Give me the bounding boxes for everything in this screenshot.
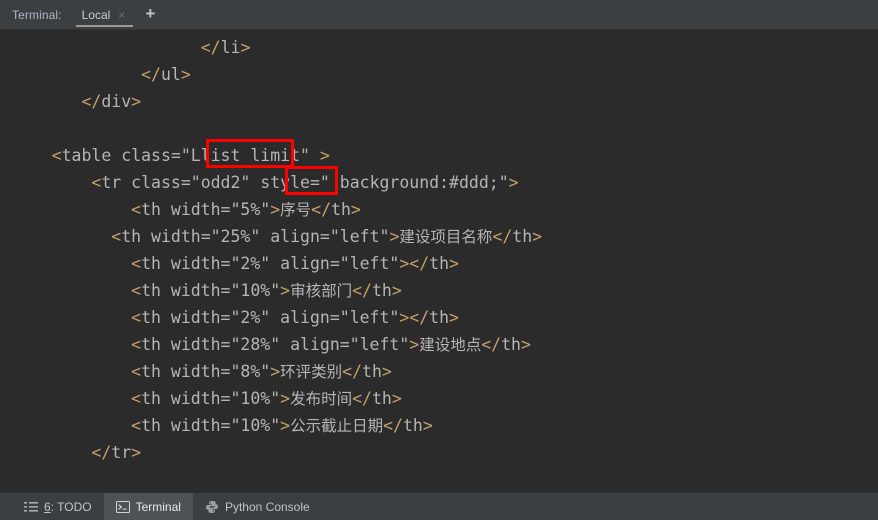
tool-window-statusbar: 6: TODO Terminal Python Console <box>0 492 878 520</box>
terminal-line: </div> <box>81 92 142 111</box>
terminal-line: </ul> <box>141 65 191 84</box>
terminal-line: <th width="10%">发布时间</th> <box>131 389 402 408</box>
terminal-line: <th width="10%">审核部门</th> <box>131 281 402 300</box>
terminal-output-area[interactable]: </li> </ul> </div> <table class="Llist l… <box>0 30 878 492</box>
terminal-line: <th width="2%" align="left"></th> <box>131 308 459 327</box>
terminal-line: </tr> <box>91 443 142 462</box>
terminal-code-content: </li> </ul> </div> <table class="Llist l… <box>0 34 878 466</box>
terminal-line: <th width="8%">环评类别</th> <box>131 362 392 381</box>
terminal-tab-local-label: Local <box>81 7 111 22</box>
statusbar-python-console-label: Python Console <box>224 499 310 514</box>
terminal-line: <th width="2%" align="left"></th> <box>131 254 459 273</box>
terminal-icon <box>115 500 130 514</box>
statusbar-todo-label: : TODO <box>50 499 92 514</box>
statusbar-item-python-console[interactable]: Python Console <box>193 493 322 520</box>
close-icon[interactable]: × <box>116 8 127 22</box>
terminal-tool-window: Terminal: Local × + </li> </ul> </div> <… <box>0 0 878 520</box>
terminal-line: <table class="Llist limit" > <box>51 146 330 165</box>
terminal-line: <th width="28%" align="left">建设地点</th> <box>131 335 531 354</box>
statusbar-terminal-label: Terminal <box>135 499 181 514</box>
statusbar-todo-number: 6 <box>44 499 51 514</box>
statusbar-item-terminal[interactable]: Terminal <box>103 493 193 520</box>
terminal-line: <tr class="odd2" style=" background:#ddd… <box>91 173 519 192</box>
list-icon <box>24 500 38 514</box>
terminal-line: <th width="10%">公示截止日期</th> <box>131 416 433 435</box>
terminal-line: <th width="5%">序号</th> <box>131 200 361 219</box>
terminal-line: </li> <box>200 38 251 57</box>
plus-icon[interactable]: + <box>137 0 163 29</box>
terminal-line: <th width="25%" align="left">建设项目名称</th> <box>111 227 543 246</box>
terminal-tabbar: Terminal: Local × + <box>0 0 878 30</box>
terminal-tab-local[interactable]: Local × <box>72 0 138 29</box>
terminal-tabbar-label: Terminal: <box>12 7 62 22</box>
statusbar-item-todo[interactable]: 6: TODO <box>12 493 104 520</box>
python-icon <box>205 500 219 514</box>
